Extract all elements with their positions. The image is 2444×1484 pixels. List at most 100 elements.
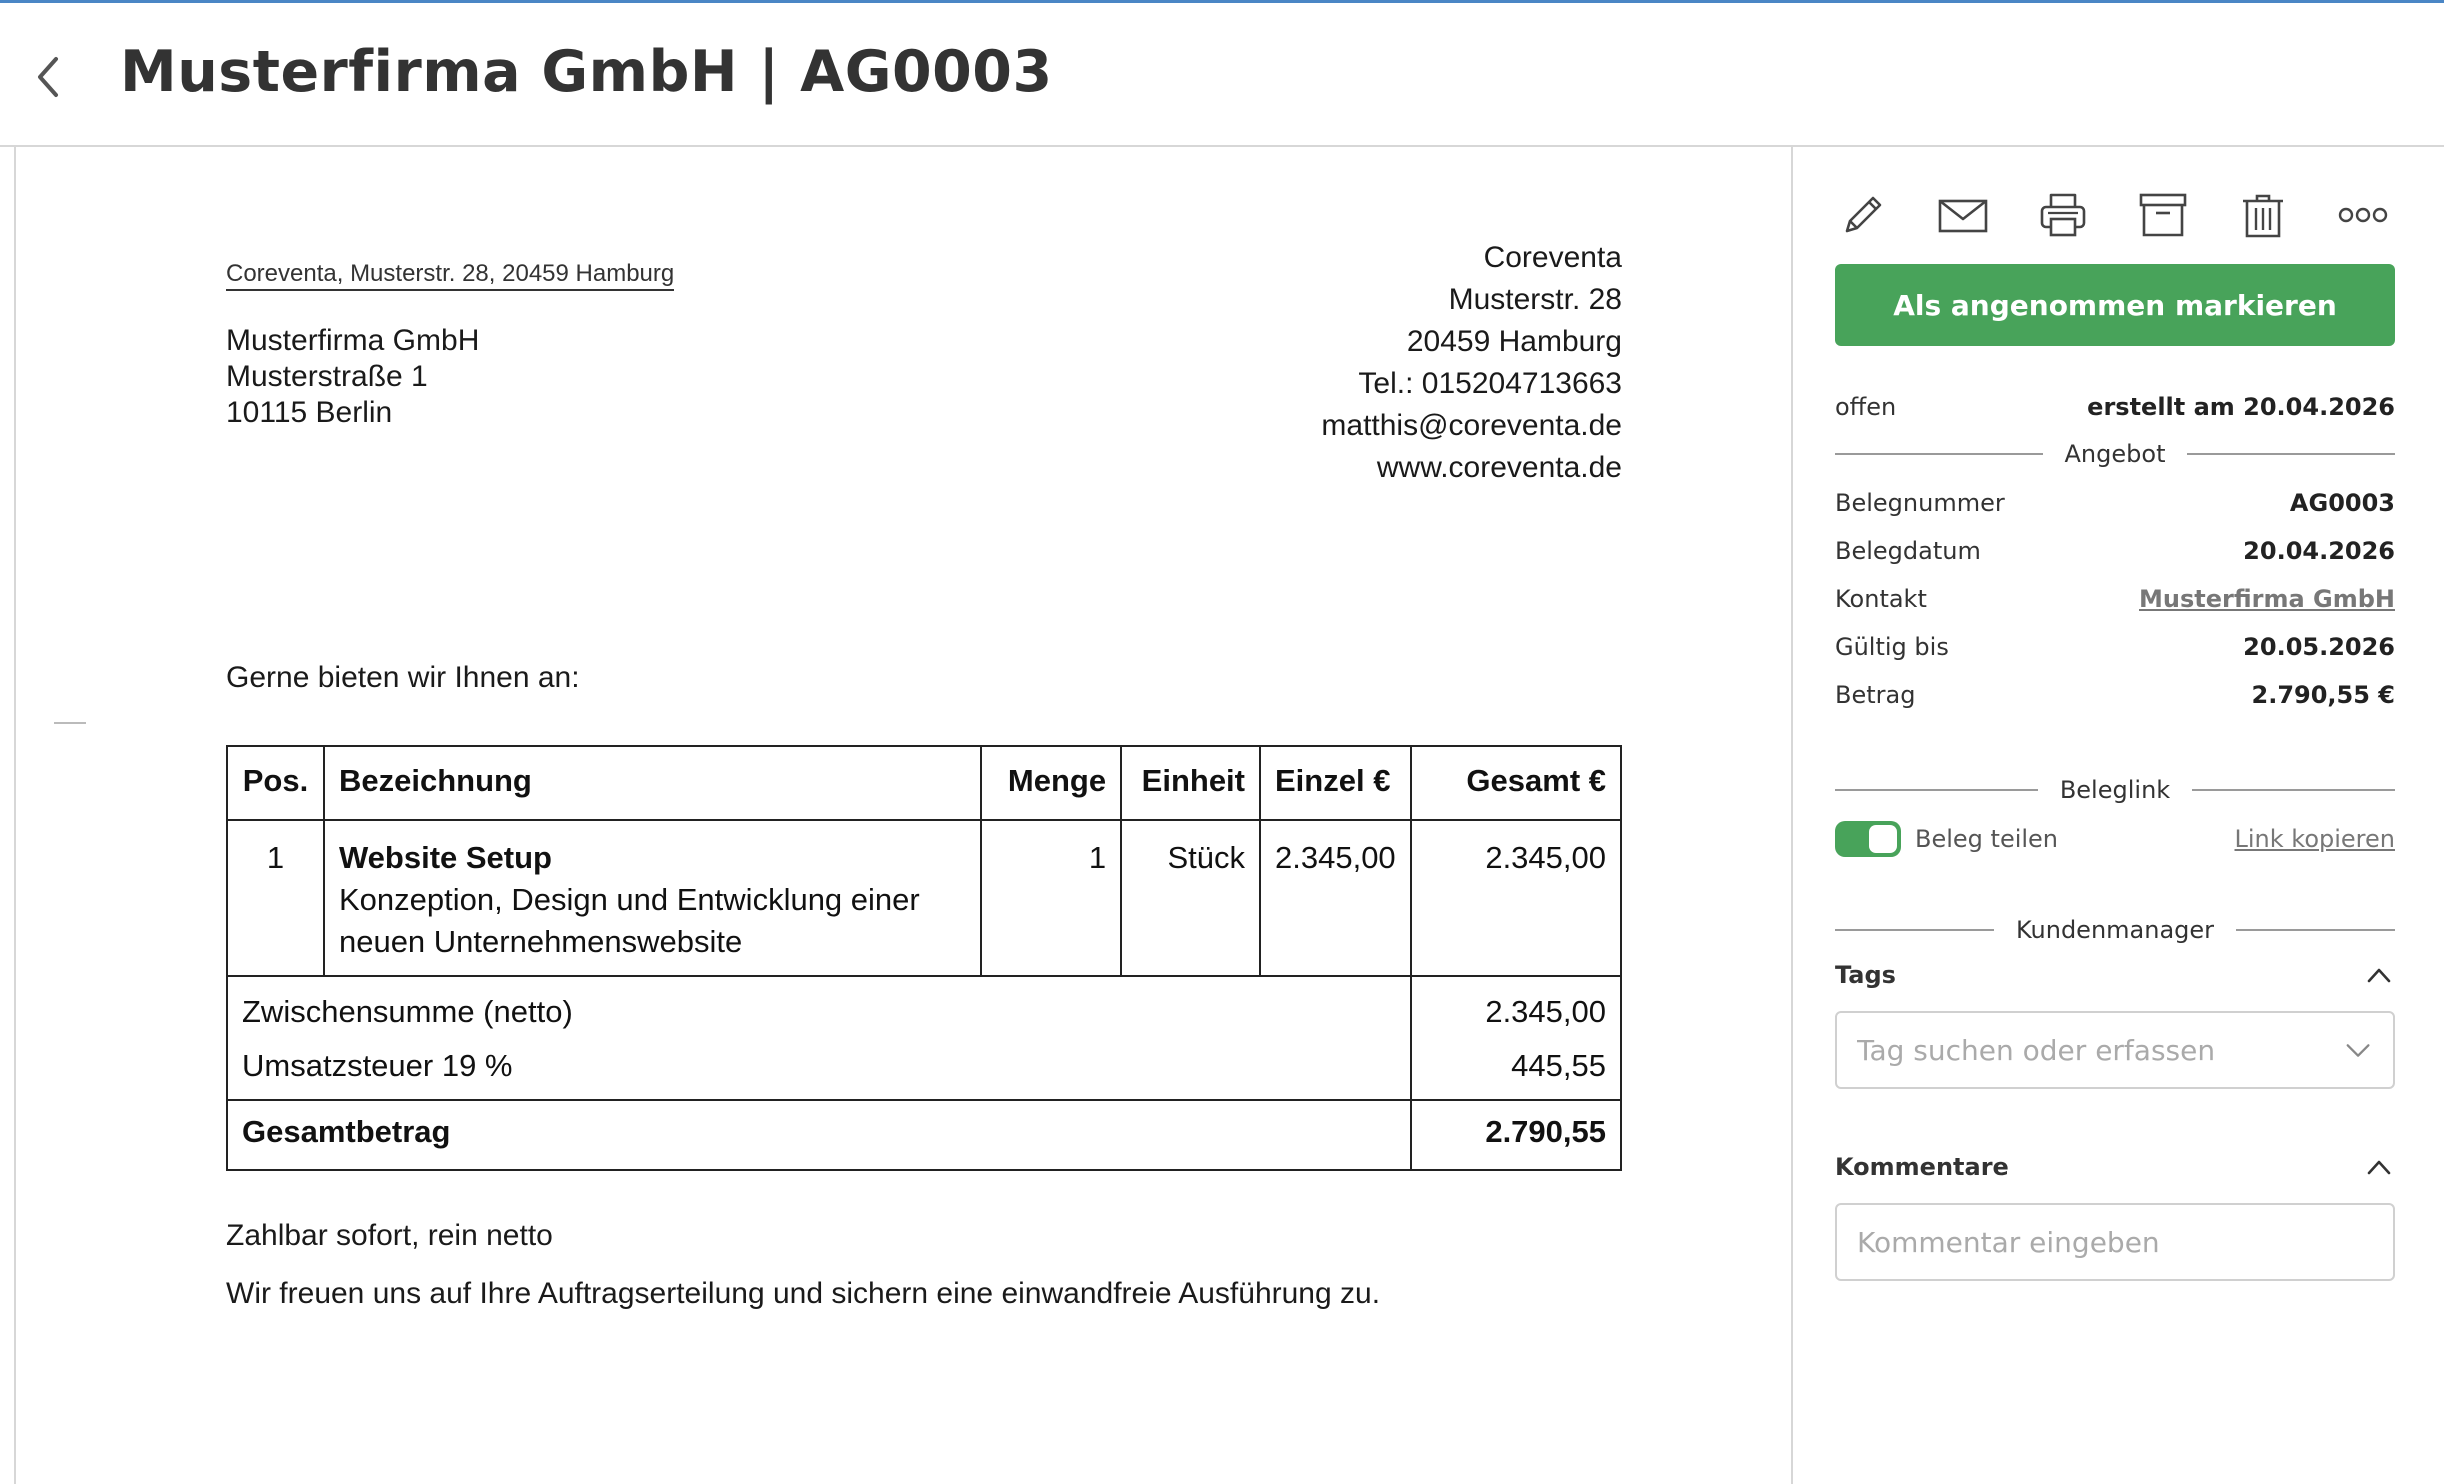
edit-button[interactable] <box>1833 185 1893 245</box>
delete-button[interactable] <box>2233 185 2293 245</box>
trash-icon <box>2243 194 2283 238</box>
toggle-knob <box>1869 825 1897 853</box>
recipient-city: 10115 Berlin <box>226 396 393 429</box>
column-header-bezeichnung: Bezeichnung <box>322 745 983 821</box>
detail-label: Kontakt <box>1835 585 1927 613</box>
detail-row-kontakt: Kontakt Musterfirma GmbH <box>1835 585 2395 613</box>
created-date: erstellt am 20.04.2026 <box>2087 393 2395 421</box>
detail-row-belegnummer: Belegnummer AG0003 <box>1835 489 2395 517</box>
contact-link[interactable]: Musterfirma GmbH <box>2139 585 2395 613</box>
comment-input[interactable] <box>1857 1225 2373 1259</box>
company-phone: Tel.: 015204713663 <box>1358 367 1622 400</box>
share-toggle-group: Beleg teilen <box>1835 821 2058 857</box>
subtotal-label: Zwischensumme (netto) <box>226 975 1412 1033</box>
item-title: Website Setup <box>338 840 552 875</box>
detail-value: AG0003 <box>2289 489 2395 517</box>
comments-title: Kommentare <box>1835 1153 2009 1181</box>
detail-label: Gültig bis <box>1835 633 1949 661</box>
chevron-left-icon <box>38 57 58 97</box>
item-einzel: 2.345,00 <box>1259 819 1412 977</box>
tax-label: Umsatzsteuer 19 % <box>226 1033 1412 1101</box>
items-table: Pos. Bezeichnung Menge Einheit Einzel € … <box>226 745 1623 1171</box>
subtotal-value: 2.345,00 <box>1409 975 1623 1033</box>
page-header: Musterfirma GmbH | AG0003 <box>0 3 2444 147</box>
tags-title: Tags <box>1835 961 1896 989</box>
send-mail-button[interactable] <box>1933 185 1993 245</box>
section-separator-link: Beleglink <box>1835 775 2395 805</box>
share-toggle[interactable] <box>1835 821 1901 857</box>
section-title-customer: Kundenmanager <box>2015 916 2215 944</box>
table-row: 1 Website Setup Konzeption, Design und E… <box>226 819 1623 977</box>
mail-icon <box>1938 199 1988 233</box>
company-address: Coreventa Musterstr. 28 20459 Hamburg Te… <box>1321 237 1622 489</box>
detail-label: Belegdatum <box>1835 537 1981 565</box>
share-row: Beleg teilen Link kopieren <box>1835 813 2395 865</box>
mark-accepted-button[interactable]: Als angenommen markieren <box>1835 264 2395 346</box>
company-name: Coreventa <box>1483 241 1622 274</box>
archive-icon <box>2139 193 2187 237</box>
page-title: Musterfirma GmbH | AG0003 <box>120 39 1053 105</box>
status-badge: offen <box>1835 393 1897 421</box>
total-value: 2.790,55 <box>1409 1100 1623 1171</box>
tags-section-header[interactable]: Tags <box>1835 959 2395 991</box>
item-description: Konzeption, Design und Entwicklung einer… <box>338 882 920 959</box>
chevron-down-icon[interactable] <box>2343 1034 2373 1066</box>
printer-icon <box>2040 193 2086 237</box>
action-toolbar <box>1833 185 2393 245</box>
pencil-icon <box>1845 196 1882 233</box>
chevron-up-icon[interactable] <box>2363 1151 2395 1183</box>
detail-label: Betrag <box>1835 681 1916 709</box>
table-header-row: Pos. Bezeichnung Menge Einheit Einzel € … <box>226 745 1623 821</box>
intro-text: Gerne bieten wir Ihnen an: <box>226 661 580 694</box>
payment-terms: Zahlbar sofort, rein netto <box>226 1219 553 1252</box>
copy-link-button[interactable]: Link kopieren <box>2235 825 2396 853</box>
chevron-up-icon[interactable] <box>2363 959 2395 991</box>
section-separator-customer: Kundenmanager <box>1835 915 2396 945</box>
status-row: offen erstellt am 20.04.2026 <box>1835 393 2395 421</box>
back-button[interactable] <box>28 47 68 107</box>
tax-value: 445,55 <box>1409 1033 1623 1101</box>
item-bezeichnung: Website Setup Konzeption, Design und Ent… <box>322 819 983 977</box>
column-header-pos: Pos. <box>226 745 325 821</box>
column-header-einheit: Einheit <box>1120 745 1261 821</box>
section-separator-offer: Angebot <box>1835 439 2395 469</box>
tag-search-select[interactable] <box>1835 1011 2395 1089</box>
recipient-street: Musterstraße 1 <box>226 360 428 393</box>
recipient-name: Musterfirma GmbH <box>226 324 480 357</box>
company-street: Musterstr. 28 <box>1448 283 1622 316</box>
more-button[interactable] <box>2333 185 2393 245</box>
share-label: Beleg teilen <box>1915 825 2059 853</box>
company-web: www.coreventa.de <box>1376 451 1622 484</box>
detail-row-gueltig: Gültig bis 20.05.2026 <box>1835 633 2395 661</box>
recipient-address: Musterfirma GmbH Musterstraße 1 10115 Be… <box>226 323 479 431</box>
item-einheit: Stück <box>1120 819 1261 977</box>
column-header-gesamt: Gesamt € <box>1409 745 1623 821</box>
closing-text: Wir freuen uns auf Ihre Auftragserteilun… <box>226 1277 1381 1310</box>
print-button[interactable] <box>2033 185 2093 245</box>
item-menge: 1 <box>980 819 1123 977</box>
document-preview: Coreventa, Musterstr. 28, 20459 Hamburg … <box>0 147 1790 1484</box>
section-title-link: Beleglink <box>2059 776 2171 804</box>
detail-value: 20.04.2026 <box>2243 537 2395 565</box>
archive-button[interactable] <box>2133 185 2193 245</box>
comment-field[interactable] <box>1835 1203 2395 1281</box>
tag-search-input[interactable] <box>1857 1033 2343 1067</box>
company-city: 20459 Hamburg <box>1406 325 1622 358</box>
detail-row-betrag: Betrag 2.790,55 € <box>1835 681 2395 709</box>
detail-value: 20.05.2026 <box>2243 633 2395 661</box>
column-header-menge: Menge <box>980 745 1123 821</box>
total-row: Gesamtbetrag 2.790,55 <box>226 1100 1623 1171</box>
comments-section-header[interactable]: Kommentare <box>1835 1151 2395 1183</box>
tax-row: Umsatzsteuer 19 % 445,55 <box>226 1033 1623 1101</box>
more-icon <box>2338 207 2388 223</box>
item-gesamt: 2.345,00 <box>1409 819 1623 977</box>
company-email: matthis@coreventa.de <box>1321 409 1622 442</box>
detail-row-belegdatum: Belegdatum 20.04.2026 <box>1835 537 2395 565</box>
sender-line: Coreventa, Musterstr. 28, 20459 Hamburg <box>226 260 675 291</box>
column-header-einzel: Einzel € <box>1259 745 1412 821</box>
detail-label: Belegnummer <box>1835 489 2005 517</box>
section-title-offer: Angebot <box>2064 440 2166 468</box>
detail-value: 2.790,55 € <box>2251 681 2395 709</box>
item-pos: 1 <box>226 819 325 977</box>
subtotal-row: Zwischensumme (netto) 2.345,00 <box>226 975 1623 1033</box>
